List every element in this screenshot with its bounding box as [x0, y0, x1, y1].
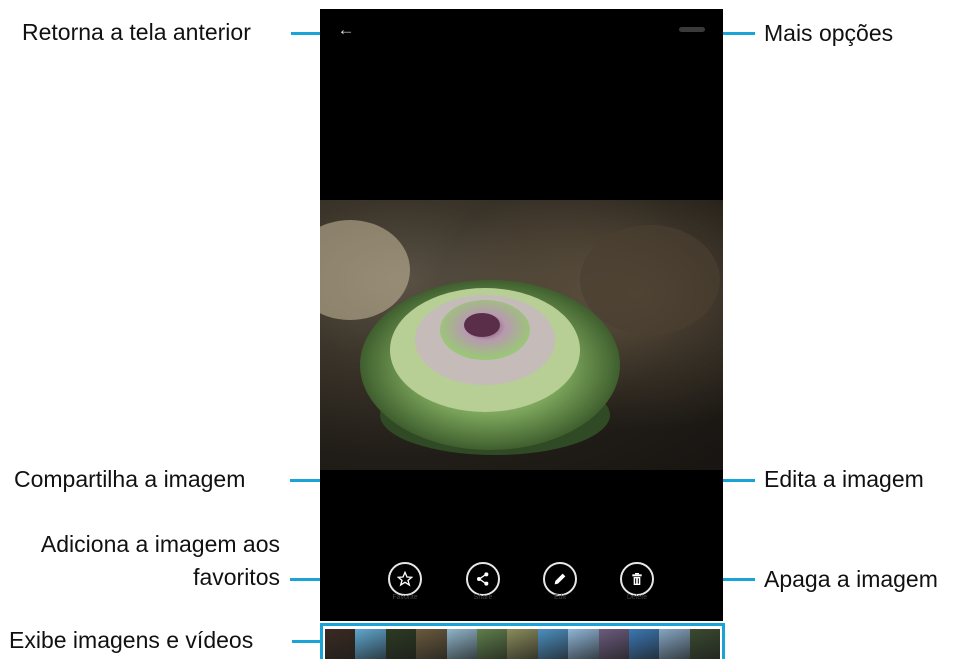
more-options-icon[interactable] — [679, 22, 709, 36]
more-options-annotation: Mais opções — [764, 20, 894, 46]
thumbnail[interactable] — [325, 629, 356, 659]
pencil-icon — [554, 573, 566, 585]
delete-annotation: Apaga a imagem — [764, 566, 938, 592]
cabbage-image — [320, 200, 723, 470]
thumbnail[interactable] — [476, 629, 508, 659]
thumbnail[interactable] — [689, 629, 721, 659]
edit-annotation: Edita a imagem — [764, 466, 924, 492]
favorite-annotation-line2: favoritos — [193, 564, 280, 590]
thumbnail[interactable] — [568, 629, 599, 659]
thumbnail[interactable] — [537, 629, 569, 659]
thumbnail-strip — [320, 623, 725, 659]
thumbnail[interactable] — [446, 629, 477, 659]
favorite-annotation-line1: Adiciona a imagem aos — [40, 531, 280, 557]
favorite-caption: Favorite — [392, 594, 418, 601]
thumbnails-leader-line — [292, 640, 322, 643]
share-annotation: Compartilha a imagem — [14, 466, 246, 492]
thumbnail[interactable] — [355, 629, 386, 659]
share-button[interactable] — [466, 562, 500, 596]
thumbnail[interactable] — [507, 629, 538, 659]
back-annotation: Retorna a tela anterior — [22, 19, 251, 45]
trash-icon — [632, 573, 642, 585]
thumbnail[interactable] — [385, 629, 417, 659]
main-photo — [320, 200, 723, 470]
thumbnail[interactable] — [416, 629, 447, 659]
share-icon — [477, 572, 489, 586]
edit-button[interactable] — [543, 562, 577, 596]
edit-caption: Edit — [553, 594, 567, 601]
arrow-left-icon[interactable]: ← — [336, 20, 356, 40]
star-icon — [397, 571, 413, 587]
thumbnail[interactable] — [659, 629, 690, 659]
share-caption: Share — [473, 594, 493, 601]
thumbnails-annotation: Exibe imagens e vídeos — [9, 627, 254, 653]
delete-button[interactable] — [620, 562, 654, 596]
thumbnail[interactable] — [598, 629, 629, 659]
delete-caption: Delete — [626, 594, 648, 601]
thumbnail[interactable] — [628, 629, 660, 659]
favorite-button[interactable] — [388, 562, 422, 596]
